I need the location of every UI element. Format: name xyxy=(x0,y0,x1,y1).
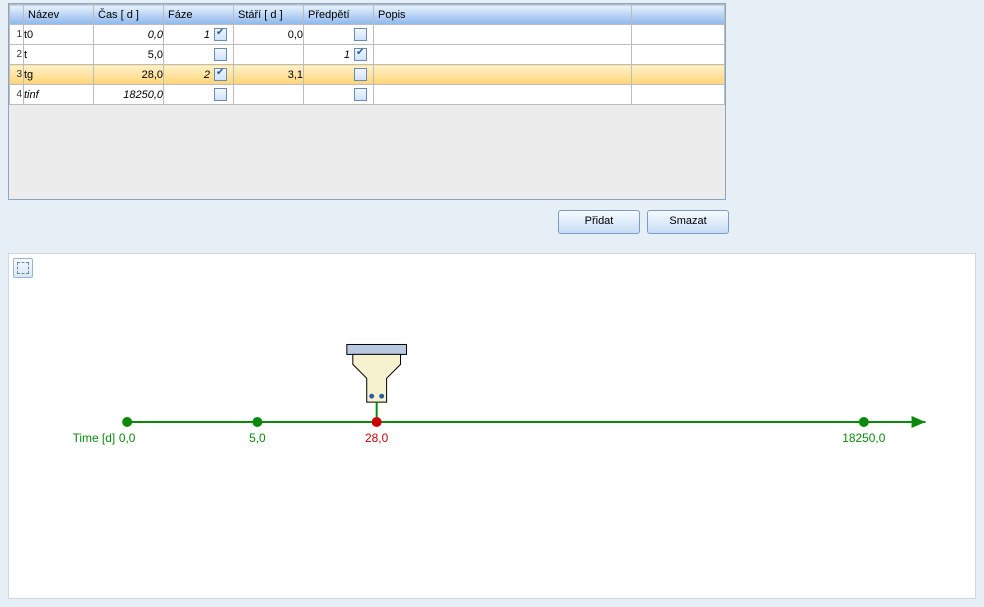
cell-spacer xyxy=(632,85,725,105)
cell-spacer xyxy=(632,25,725,45)
col-phase[interactable]: Fáze xyxy=(164,5,234,25)
pre-checkbox[interactable] xyxy=(354,68,367,81)
cell-desc[interactable] xyxy=(374,65,632,85)
col-rowhead xyxy=(10,5,24,25)
table-row[interactable]: 1t00,010,0 xyxy=(10,25,725,45)
cell-desc[interactable] xyxy=(374,45,632,65)
row-number: 1 xyxy=(10,25,24,45)
cell-time[interactable]: 18250,0 xyxy=(94,85,164,105)
cell-time[interactable]: 0,0 xyxy=(94,25,164,45)
pre-checkbox[interactable] xyxy=(354,88,367,101)
timeline-point[interactable] xyxy=(859,417,869,427)
cell-age[interactable] xyxy=(234,85,304,105)
table-body: 1t00,010,02t5,013tg28,023,14tinf18250,0 xyxy=(10,25,725,105)
table-row[interactable]: 2t5,0 1 xyxy=(10,45,725,65)
col-last xyxy=(632,5,725,25)
row-number: 2 xyxy=(10,45,24,65)
timeline-point[interactable] xyxy=(252,417,262,427)
cell-phase[interactable] xyxy=(164,45,234,65)
cell-spacer xyxy=(632,65,725,85)
phase-checkbox[interactable] xyxy=(214,28,227,41)
phases-table[interactable]: Název Čas [ d ] Fáze Stáří [ d ] Předpět… xyxy=(9,4,725,105)
cell-name[interactable]: tinf xyxy=(24,85,94,105)
cell-age[interactable]: 3,1 xyxy=(234,65,304,85)
cell-pre[interactable]: 1 xyxy=(304,45,374,65)
table-row[interactable]: 3tg28,023,1 xyxy=(10,65,725,85)
col-age[interactable]: Stáří [ d ] xyxy=(234,5,304,25)
timeline-point[interactable] xyxy=(372,417,382,427)
pre-checkbox[interactable] xyxy=(354,48,367,61)
cell-time[interactable]: 28,0 xyxy=(94,65,164,85)
cell-name[interactable]: t xyxy=(24,45,94,65)
cell-age[interactable] xyxy=(234,45,304,65)
delete-button[interactable]: Smazat xyxy=(647,210,729,234)
row-number: 3 xyxy=(10,65,24,85)
phase-checkbox[interactable] xyxy=(214,48,227,61)
cell-phase[interactable] xyxy=(164,85,234,105)
timeline-arrow-icon xyxy=(912,416,926,428)
timeline-svg: Time [d] 0,0 5,0 28,0 18250,0 xyxy=(9,254,975,598)
col-pre[interactable]: Předpětí xyxy=(304,5,374,25)
phase-checkbox[interactable] xyxy=(214,68,227,81)
cell-pre[interactable] xyxy=(304,65,374,85)
cell-phase[interactable]: 2 xyxy=(164,65,234,85)
cell-phase[interactable]: 1 xyxy=(164,25,234,45)
table-row[interactable]: 4tinf18250,0 xyxy=(10,85,725,105)
timeline-point-label: 0,0 xyxy=(119,431,136,445)
phase-checkbox[interactable] xyxy=(214,88,227,101)
timeline-point-label: 28,0 xyxy=(365,431,389,445)
timeline-panel: Time [d] 0,0 5,0 28,0 18250,0 xyxy=(8,253,976,599)
col-name[interactable]: Název xyxy=(24,5,94,25)
cell-name[interactable]: t0 xyxy=(24,25,94,45)
row-number: 4 xyxy=(10,85,24,105)
cell-desc[interactable] xyxy=(374,85,632,105)
cross-section-icon xyxy=(347,344,407,417)
col-time[interactable]: Čas [ d ] xyxy=(94,5,164,25)
col-desc[interactable]: Popis xyxy=(374,5,632,25)
table-empty-area xyxy=(9,105,725,199)
cell-name[interactable]: tg xyxy=(24,65,94,85)
cell-spacer xyxy=(632,45,725,65)
cell-age[interactable]: 0,0 xyxy=(234,25,304,45)
timeline-axis-label: Time [d] xyxy=(73,431,116,445)
table-header-row: Název Čas [ d ] Fáze Stáří [ d ] Předpět… xyxy=(10,5,725,25)
pre-checkbox[interactable] xyxy=(354,28,367,41)
add-button[interactable]: Přidat xyxy=(558,210,640,234)
timeline-point-label: 18250,0 xyxy=(842,431,885,445)
timeline-point-label: 5,0 xyxy=(249,431,266,445)
table-buttons: Přidat Smazat xyxy=(558,210,733,234)
cell-desc[interactable] xyxy=(374,25,632,45)
cell-pre[interactable] xyxy=(304,25,374,45)
cell-time[interactable]: 5,0 xyxy=(94,45,164,65)
timeline-point[interactable] xyxy=(122,417,132,427)
phases-table-container: Název Čas [ d ] Fáze Stáří [ d ] Předpět… xyxy=(8,3,726,200)
cell-pre[interactable] xyxy=(304,85,374,105)
